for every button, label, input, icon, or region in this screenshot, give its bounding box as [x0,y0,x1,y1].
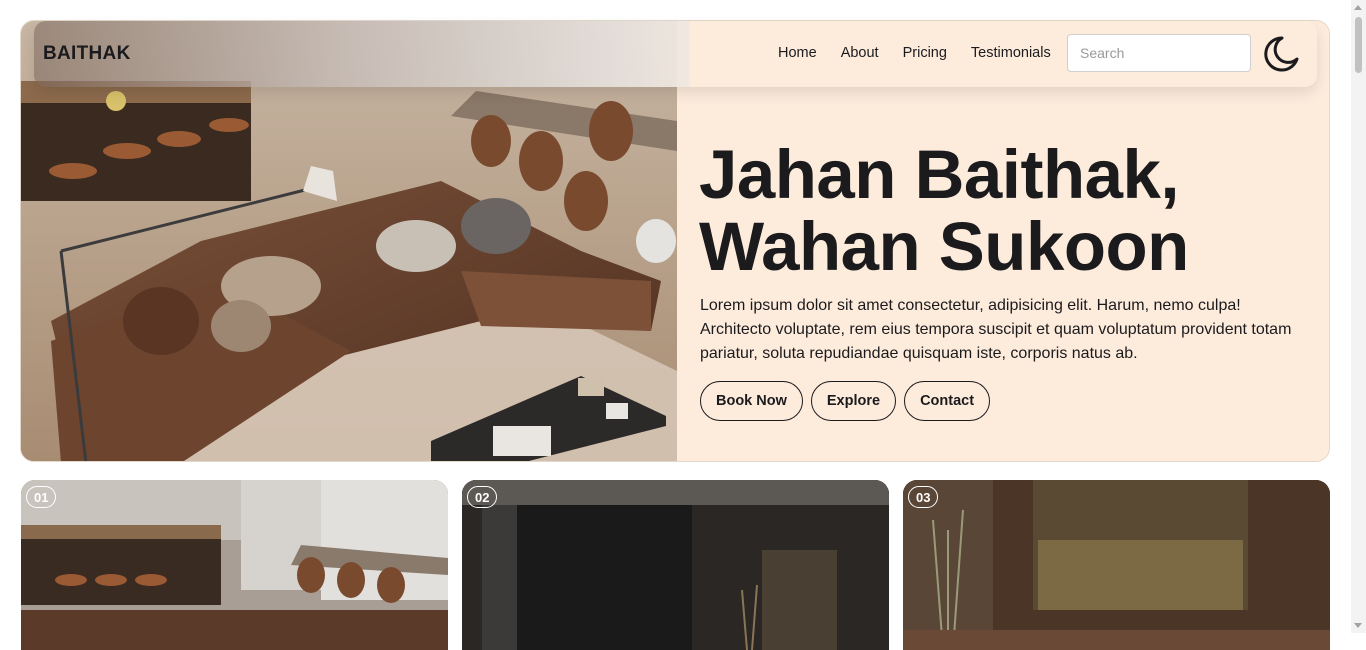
brand-logo[interactable]: BAITHAK [43,43,131,65]
hero-title: Jahan Baithak, Wahan Sukoon [699,139,1319,283]
scroll-thumb[interactable] [1355,17,1362,73]
nav-link-home[interactable]: Home [778,45,817,61]
dark-room-image [462,480,889,650]
nav-link-testimonials[interactable]: Testimonials [971,45,1051,61]
page-scrollbar[interactable] [1351,0,1366,633]
contact-button[interactable]: Contact [904,381,991,421]
gallery-card-2[interactable]: 02 [462,480,889,650]
book-now-button[interactable]: Book Now [700,381,803,421]
hero-title-line-2: Wahan Sukoon [699,208,1189,285]
kitchen-dining-image [21,480,448,650]
hero-living-room-image [21,21,677,461]
card-number-badge: 03 [908,486,939,508]
card-number-badge: 01 [26,486,57,508]
hero-actions: Book Now Explore Contact [700,381,991,421]
card-number-badge: 02 [467,486,498,508]
gallery-card-1[interactable]: 01 [21,480,448,650]
moon-icon [1264,36,1299,72]
nav-links: Home About Pricing Testimonials [778,45,1075,61]
theme-toggle-button[interactable] [1260,34,1300,74]
hero-title-line-1: Jahan Baithak, [699,136,1180,213]
nav-link-pricing[interactable]: Pricing [903,45,947,61]
search-input[interactable] [1067,34,1251,72]
explore-button[interactable]: Explore [810,381,897,421]
nav-link-about[interactable]: About [841,45,879,61]
wood-wall-image [903,480,1330,650]
gallery-card-3[interactable]: 03 [903,480,1330,650]
scroll-up-arrow-icon[interactable] [1354,5,1362,10]
hero-description: Lorem ipsum dolor sit amet consectetur, … [700,297,1292,362]
scroll-down-arrow-icon[interactable] [1354,623,1362,628]
navbar: BAITHAK Home About Pricing Testimonials [34,21,1317,87]
